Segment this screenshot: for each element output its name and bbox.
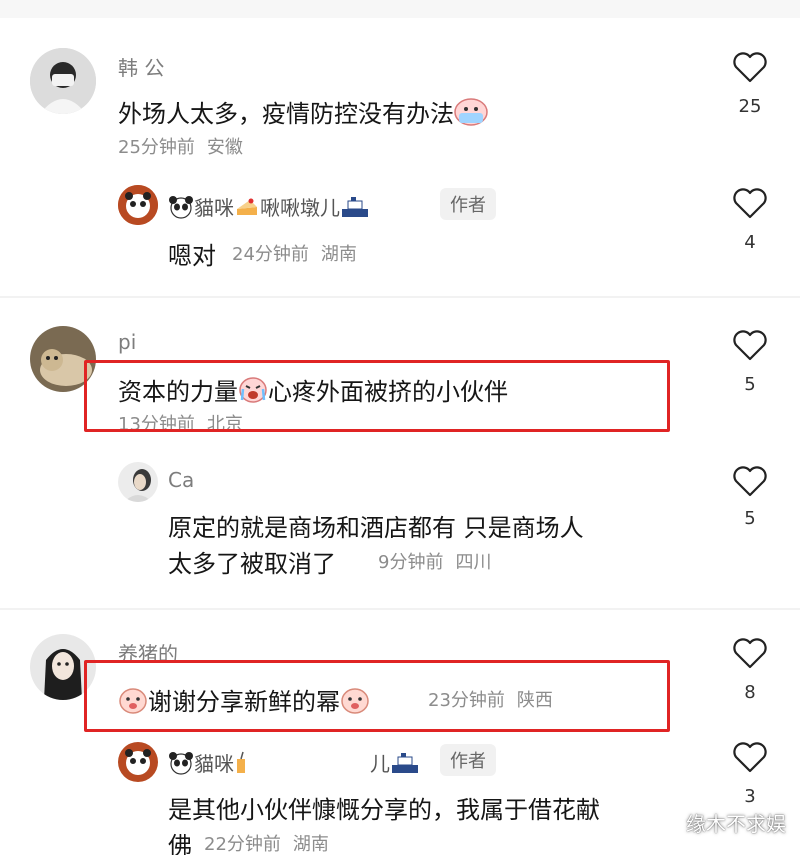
reply-meta: 22分钟前 湖南 xyxy=(204,830,329,855)
reply-username[interactable]: 貓咪 xyxy=(168,748,248,780)
boat-icon xyxy=(340,195,370,224)
reply-username[interactable]: Ca xyxy=(168,468,194,492)
like-heart-icon[interactable] xyxy=(732,52,768,88)
comment-divider xyxy=(0,296,800,298)
like-count: 5 xyxy=(744,508,756,529)
reply-text-content: 嗯对 xyxy=(168,242,216,270)
reply-text-line2: 佛 xyxy=(168,832,192,855)
username[interactable]: 韩 公 xyxy=(118,52,164,81)
crying-emoji-icon xyxy=(454,98,488,132)
highlight-box xyxy=(84,660,670,732)
comment-text-content: 外场人太多，疫情防控没有办法 xyxy=(118,100,454,128)
like-heart-icon[interactable] xyxy=(732,742,768,778)
reply-time: 22分钟前 xyxy=(204,834,281,855)
highlight-box xyxy=(84,360,670,432)
comment-location: 安徽 xyxy=(206,137,243,158)
reply-username-b: 儿 xyxy=(370,748,420,780)
like-count: 8 xyxy=(744,682,756,703)
like-count: 4 xyxy=(744,232,756,253)
watermark: 缘木不求娱 xyxy=(686,812,786,836)
like-heart-icon[interactable] xyxy=(732,330,768,366)
reply-username-b: 啾啾墩儿 xyxy=(260,196,340,220)
reply-text-line2: 太多了被取消了 xyxy=(168,550,336,578)
boat-icon xyxy=(390,751,420,780)
reply-location: 湖南 xyxy=(292,834,329,855)
reply-username-a: 貓咪 xyxy=(194,752,234,776)
reply-username-a: 貓咪 xyxy=(194,196,234,220)
comment-text: 外场人太多，疫情防控没有办法 xyxy=(118,94,488,132)
like-count: 25 xyxy=(738,96,762,117)
like-heart-icon[interactable] xyxy=(732,466,768,502)
reply-time: 9分钟前 xyxy=(378,552,444,573)
reply-text: 嗯对 xyxy=(168,236,216,271)
avatar[interactable] xyxy=(30,48,96,114)
reply-meta: 24分钟前 湖南 xyxy=(232,240,357,266)
reply-meta: 9分钟前 四川 xyxy=(378,548,491,574)
reply-username[interactable]: 貓咪 啾啾墩儿 xyxy=(168,192,370,224)
like-heart-icon[interactable] xyxy=(732,188,768,224)
reply-text-line1: 是其他小伙伴慷慨分享的，我属于借花献 xyxy=(168,796,600,824)
top-divider xyxy=(0,0,800,18)
username[interactable]: pi xyxy=(118,330,136,354)
comment-time: 25分钟前 xyxy=(118,137,195,158)
avatar[interactable] xyxy=(118,742,158,782)
author-badge: 作者 xyxy=(440,188,496,220)
like-count: 3 xyxy=(744,786,756,807)
avatar[interactable] xyxy=(118,462,158,502)
like-heart-icon[interactable] xyxy=(732,638,768,674)
comment-divider xyxy=(0,608,800,610)
comment-meta: 25分钟前 安徽 xyxy=(118,133,243,159)
panda-icon xyxy=(168,195,194,224)
drink-icon xyxy=(234,751,248,780)
reply-text-line1: 原定的就是商场和酒店都有 只是商场人 xyxy=(168,514,584,542)
reply-location: 湖南 xyxy=(320,244,357,265)
reply-location: 四川 xyxy=(455,552,492,573)
panda-icon xyxy=(168,751,194,780)
cake-icon xyxy=(234,195,260,224)
like-count: 5 xyxy=(744,374,756,395)
reply-username-b-text: 儿 xyxy=(370,752,390,776)
avatar[interactable] xyxy=(118,185,158,225)
author-badge: 作者 xyxy=(440,744,496,776)
comment-screenshot: 韩 公 外场人太多，疫情防控没有办法 25分钟前 安徽 25 貓咪 啾啾墩儿 作者 … xyxy=(0,0,800,855)
reply-time: 24分钟前 xyxy=(232,244,309,265)
